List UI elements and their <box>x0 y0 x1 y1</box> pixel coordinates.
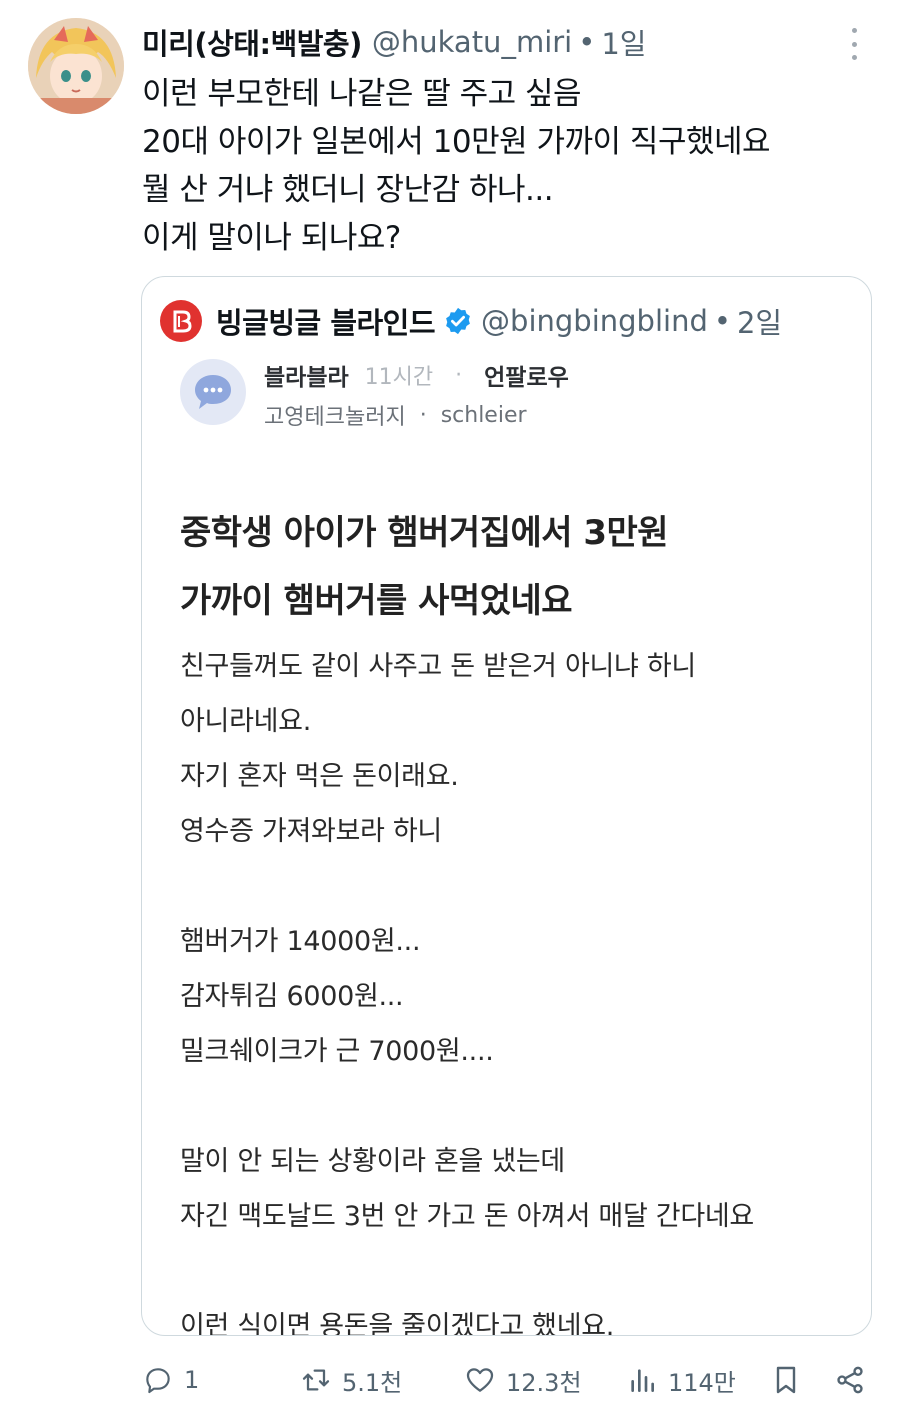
like-button[interactable]: 12.3천 <box>464 1354 582 1406</box>
post-body-line: 밀크쉐이크가 근 7000원.... <box>180 1036 494 1067</box>
post-body-line: 자긴 맥도날드 3번 안 가고 돈 아껴서 매달 간다네요 <box>180 1201 754 1232</box>
tweet-text-line: 이게 말이나 되나요? <box>142 220 401 256</box>
post-title: 중학생 아이가 햄버거집에서 3만원 가까이 햄버거를 사먹었네요 <box>180 499 860 635</box>
quote-timestamp: 2일 <box>736 306 783 340</box>
share-icon <box>837 1366 863 1394</box>
meta-separator: · <box>455 362 463 388</box>
view-count: 114만 <box>668 1368 736 1397</box>
category-avatar <box>180 359 246 425</box>
retweet-icon <box>302 1369 330 1391</box>
chat-bubble-icon <box>195 375 231 409</box>
views-button[interactable]: 114만 <box>626 1354 736 1406</box>
post-body-line <box>180 859 860 914</box>
retweet-button[interactable]: 5.1천 <box>300 1354 402 1406</box>
more-vertical-icon[interactable] <box>848 28 860 60</box>
more-dot <box>851 55 857 60</box>
more-dot <box>851 28 857 33</box>
tweet-header: 미리(상태:백발충) @hukatu_miri • 1일 <box>142 20 860 64</box>
post-time-ago: 11시간 <box>364 365 434 390</box>
post-company: 고영테크놀러지 <box>264 405 406 430</box>
quote-account-name[interactable]: 빙글빙글 블라인드 <box>216 300 436 342</box>
post-body-line: 자기 혼자 먹은 돈이래요. <box>180 761 459 792</box>
avatar-illustration <box>28 18 124 114</box>
tweet-text-line: 이런 부모한테 나같은 딸 주고 싶음 <box>142 76 582 112</box>
tweet-timestamp[interactable]: 1일 <box>601 21 646 63</box>
tweet-text: 이런 부모한테 나같은 딸 주고 싶음 20대 아이가 일본에서 10만원 가까… <box>142 70 860 262</box>
author-avatar[interactable] <box>28 18 124 114</box>
views-chart-icon <box>631 1369 654 1392</box>
author-handle[interactable]: @hukatu_miri <box>372 25 572 59</box>
tweet-text-line: 뭘 산 거냐 했더니 장난감 하나... <box>142 172 554 208</box>
post-category: 블라블라 <box>264 365 349 391</box>
post-body-line: 감자튀김 6000원... <box>180 981 404 1012</box>
post-body-line <box>180 1244 860 1299</box>
post-body-line: 말이 안 되는 상황이라 혼을 냈는데 <box>180 1146 565 1177</box>
tweet-text-line: 20대 아이가 일본에서 10만원 가까이 직구했네요 <box>142 124 771 160</box>
author-name[interactable]: 미리(상태:백발충) <box>142 21 362 63</box>
quote-header: 빙글빙글 블라인드 @bingbingblind • 2일 <box>160 299 782 343</box>
post-author: schleier <box>440 402 527 428</box>
post-body-line: 아니라네요. <box>180 706 311 737</box>
bookmark-icon <box>776 1366 796 1394</box>
reply-icon <box>146 1368 170 1394</box>
post-body-line: 영수증 가져와보라 하니 <box>180 816 442 847</box>
quote-header-separator: • <box>713 304 731 338</box>
post-body-line: 친구들꺼도 같이 사주고 돈 받은거 아니냐 하니 <box>180 651 696 682</box>
post-body-line <box>180 1079 860 1134</box>
header-separator: • <box>578 25 596 59</box>
post-title-line: 중학생 아이가 햄버거집에서 3만원 <box>180 513 669 553</box>
retweet-count: 5.1천 <box>342 1368 403 1397</box>
more-dot <box>851 41 857 47</box>
post-body: 친구들꺼도 같이 사주고 돈 받은거 아니냐 하니 아니라네요. 자기 혼자 먹… <box>180 639 860 1336</box>
verified-badge-icon <box>446 307 470 335</box>
post-body-line: 햄버거가 14000원... <box>180 926 421 957</box>
share-button[interactable] <box>834 1354 866 1406</box>
post-meta-row: 블라블라 11시간 · 언팔로우 <box>264 359 569 392</box>
blind-logo-icon[interactable] <box>160 300 202 342</box>
tweet-action-bar: 1 5.1천 12.3천 114만 <box>142 1354 872 1406</box>
post-author-row: 고영테크놀러지 · schleier <box>264 399 527 431</box>
bookmark-button[interactable] <box>770 1354 802 1406</box>
reply-count: 1 <box>184 1366 200 1394</box>
post-body-line: 이런 식이면 용돈을 줄이겠다고 했네요. <box>180 1311 615 1336</box>
post-meta: 블라블라 11시간 · 언팔로우 고영테크놀러지 · schleier <box>180 359 840 439</box>
unfollow-button: 언팔로우 <box>484 365 569 391</box>
like-count: 12.3천 <box>506 1368 582 1397</box>
meta-separator: · <box>419 402 427 428</box>
heart-icon <box>466 1368 494 1392</box>
post-title-line: 가까이 햄버거를 사먹었네요 <box>180 581 573 621</box>
quote-account-handle[interactable]: @bingbingblind <box>481 304 708 338</box>
quoted-tweet-card[interactable]: 빙글빙글 블라인드 @bingbingblind • 2일 블라블라 11시간 … <box>141 276 872 1336</box>
reply-button[interactable]: 1 <box>142 1354 199 1406</box>
